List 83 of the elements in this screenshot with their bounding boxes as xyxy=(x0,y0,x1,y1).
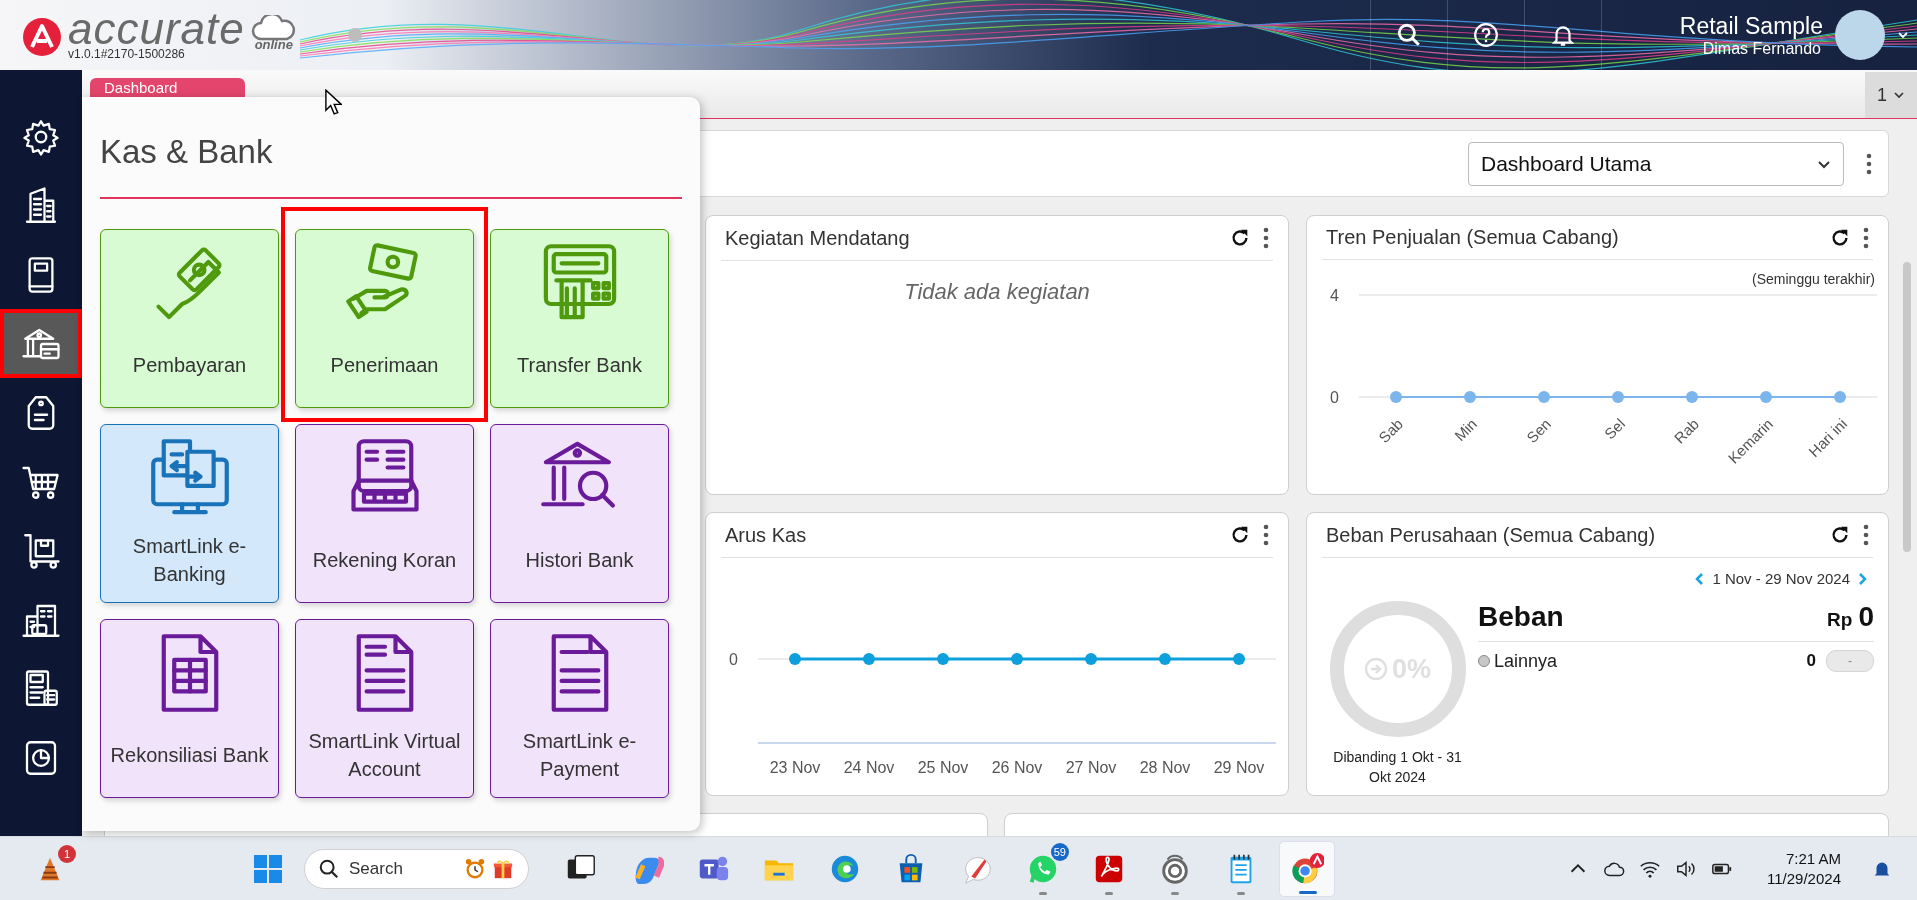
axis-label: 24 Nov xyxy=(843,759,895,776)
data-point xyxy=(1834,391,1846,403)
tab-list-button[interactable]: 1 xyxy=(1865,72,1917,118)
logo-text: accurate xyxy=(68,9,245,49)
total-label: Beban xyxy=(1478,601,1565,633)
sidebar-item[interactable] xyxy=(0,309,82,378)
menu-title: Kas & Bank xyxy=(100,132,273,172)
search-field[interactable]: Search xyxy=(304,848,529,889)
axis-label: 27 Nov xyxy=(1065,759,1117,776)
taskbar-app[interactable]: 59 xyxy=(1015,840,1071,897)
menu-tile[interactable]: SmartLink e-Banking xyxy=(100,424,279,603)
more-options-icon[interactable] xyxy=(1863,226,1869,249)
version-text: v1.0.1#2170-1500286 xyxy=(68,47,186,61)
axis-label: 25 Nov xyxy=(917,759,969,776)
search-icon[interactable] xyxy=(1395,22,1422,48)
axis-label: Sen xyxy=(1523,415,1555,446)
windows-start-icon[interactable] xyxy=(252,852,284,885)
menu-tile[interactable]: Rekonsiliasi Bank xyxy=(100,619,279,798)
dashboard-select[interactable]: Dashboard Utama xyxy=(1468,141,1844,186)
tab[interactable]: Dashboard xyxy=(90,78,245,97)
clock-date: 11/29/2024 xyxy=(1767,868,1841,889)
gift-icon xyxy=(492,857,514,880)
chevron-right-icon[interactable] xyxy=(1858,571,1868,586)
scrollbar-thumb[interactable] xyxy=(1903,262,1911,552)
menu-tile[interactable]: Histori Bank xyxy=(490,424,669,603)
menu-tile[interactable]: SmartLink e-Payment xyxy=(490,619,669,798)
data-point xyxy=(1538,391,1550,403)
search-icon xyxy=(318,857,340,880)
browser-icon xyxy=(1290,851,1324,886)
axis-label: Min xyxy=(1451,415,1481,445)
menu-tile[interactable]: SmartLink Virtual Account xyxy=(295,619,474,798)
legend-label: Lainnya xyxy=(1494,650,1559,672)
data-point xyxy=(1760,391,1772,403)
axis-label: Rab xyxy=(1670,415,1703,447)
cloud-icon xyxy=(250,15,297,41)
axis-label: 29 Nov xyxy=(1213,759,1265,776)
axis-label: 0 xyxy=(729,651,738,668)
data-point xyxy=(1612,391,1624,403)
clock-time: 7:21 AM xyxy=(1785,848,1841,869)
comparison-text: Dibanding 1 Okt - 31 Okt 2024 xyxy=(1332,748,1463,787)
date-range: 1 Nov - 29 Nov 2024 xyxy=(1712,570,1850,587)
notification-badge: 59 xyxy=(1050,842,1069,861)
axis-label: Hari ini xyxy=(1805,415,1851,461)
company-name: Retail Sample xyxy=(1679,12,1823,40)
change-badge: - xyxy=(1826,650,1874,672)
axis-label: 23 Nov xyxy=(769,759,821,776)
menu-tile[interactable]: Rekening Koran xyxy=(295,424,474,603)
chevron-left-icon[interactable] xyxy=(1694,571,1705,586)
card-title: Kegiatan Mendatang xyxy=(725,226,911,250)
logo-icon xyxy=(22,17,62,57)
data-point xyxy=(1686,391,1698,403)
data-point xyxy=(1390,391,1402,403)
axis-label: Sab xyxy=(1375,415,1407,446)
more-options-icon[interactable] xyxy=(1263,227,1269,249)
chevron-down-icon xyxy=(1897,29,1909,41)
status-dot-icon xyxy=(346,27,363,43)
menu-tile[interactable]: Penerimaan xyxy=(295,229,474,408)
legend-value: 0 xyxy=(1806,651,1816,671)
total-value: 0 xyxy=(1858,601,1874,633)
more-options-icon[interactable] xyxy=(1866,152,1872,175)
menu-tile[interactable]: Transfer Bank xyxy=(490,229,669,408)
axis-label: 0 xyxy=(1330,389,1339,406)
chevron-down-icon xyxy=(1893,89,1905,101)
help-icon[interactable] xyxy=(1472,22,1499,48)
arrow-circle-icon xyxy=(1364,657,1388,681)
notification-badge: 1 xyxy=(58,844,76,863)
axis-label: Sel xyxy=(1600,415,1629,443)
card-title: Tren Penjualan (Semua Cabang) xyxy=(1326,226,1620,249)
logo-subtext: online xyxy=(254,37,293,52)
chart-note: (Seminggu terakhir) xyxy=(1752,271,1875,287)
axis-label: 26 Nov xyxy=(991,759,1043,776)
empty-message: Tidak ada kegiatan xyxy=(903,279,1091,305)
data-point xyxy=(1464,391,1476,403)
currency-label: Rp xyxy=(1827,609,1853,631)
more-options-icon[interactable] xyxy=(1263,524,1269,546)
menu-tile[interactable]: Pembayaran xyxy=(100,229,279,408)
more-options-icon[interactable] xyxy=(1863,524,1869,546)
user-avatar[interactable] xyxy=(1835,10,1885,60)
card-title: Beban Perusahaan (Semua Cabang) xyxy=(1326,523,1657,547)
alarm-clock-icon xyxy=(464,857,486,880)
card-title: Arus Kas xyxy=(725,523,808,547)
axis-label: 4 xyxy=(1330,287,1339,304)
axis-label: 28 Nov xyxy=(1139,759,1191,776)
